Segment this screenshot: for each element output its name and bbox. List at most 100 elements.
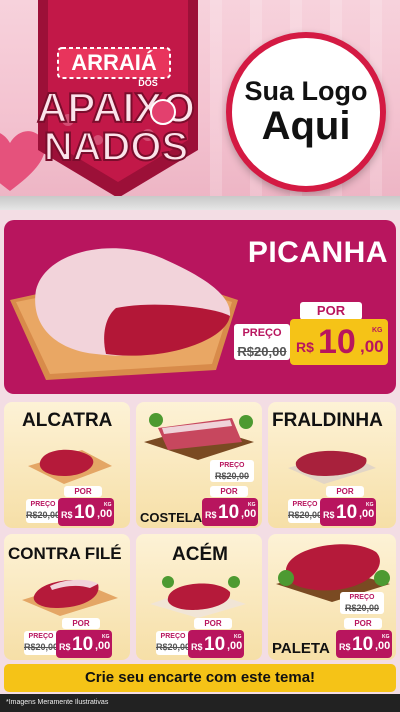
price-decimal: ,00: [227, 640, 243, 652]
preco-label: PREÇO: [292, 501, 318, 508]
new-price: R$ 10 ,00 KG: [188, 630, 244, 658]
preco-label: PREÇO: [30, 501, 56, 508]
price-decimal: ,00: [359, 508, 375, 520]
old-price: R$20,00: [156, 642, 191, 652]
unit: KG: [382, 634, 390, 640]
por-label: POR: [194, 618, 232, 629]
price-decimal: ,00: [95, 640, 111, 652]
unit: KG: [234, 634, 242, 640]
unit: KG: [104, 502, 112, 508]
preco-label: PREÇO: [160, 633, 186, 640]
por-label: POR: [62, 618, 100, 629]
old-price-box: PREÇO R$20,00: [288, 499, 322, 523]
old-price: R$20,00: [344, 603, 380, 613]
price-integer: 10: [72, 634, 94, 655]
currency: R$: [205, 510, 217, 520]
por-label: POR: [210, 486, 248, 497]
banner-title-nados: NADOS: [44, 125, 188, 169]
price-decimal: ,00: [241, 508, 257, 520]
disclaimer: *Imagens Meramente Ilustrativas: [0, 694, 400, 712]
product-name: COSTELA: [140, 510, 203, 525]
new-price: R$ 10 ,00 KG: [202, 498, 258, 526]
currency: R$: [323, 510, 335, 520]
currency: R$: [59, 642, 71, 652]
logo-placeholder: Sua Logo Aqui: [226, 32, 386, 192]
preco-label: PREÇO: [219, 462, 245, 469]
logo-line-1: Sua Logo: [244, 75, 368, 106]
product-name: ACÉM: [172, 544, 228, 565]
unit: KG: [102, 634, 110, 640]
por-label: POR: [344, 618, 382, 629]
featured-price-tag: POR PREÇO R$20,00 R$ 10 ,00 KG: [234, 302, 394, 368]
old-price: R$20,00: [288, 510, 323, 520]
old-price: R$20,00: [26, 510, 61, 520]
preco-label: PREÇO: [28, 633, 54, 640]
fraldinha-image: [288, 450, 376, 484]
currency: R$: [61, 510, 73, 520]
price-integer: 10: [336, 502, 358, 523]
price-decimal: ,00: [360, 337, 384, 356]
por-label: POR: [326, 486, 364, 497]
price-tag: POR PREÇO R$20,00 R$ 10 ,00 KG: [24, 618, 116, 658]
price-tag: POR PREÇO R$20,00 R$ 10 ,00 KG: [26, 486, 116, 526]
price-integer: 10: [74, 502, 96, 523]
product-name: PALETA: [272, 640, 330, 657]
product-card-paleta: PREÇO R$20,00 PALETA POR R$ 10 ,00 KG: [268, 534, 396, 660]
header: ARRAIÁ DOS APAIXO NADOS Sua Logo Aqui: [0, 0, 400, 210]
por-label: POR: [300, 302, 362, 320]
product-card-costela: PREÇO R$20,00 COSTELA POR R$ 10 ,00 KG: [136, 402, 262, 528]
old-price-box: PREÇO R$20,00: [234, 324, 290, 360]
old-price: R$20,00: [214, 471, 250, 481]
unit: KG: [372, 327, 383, 334]
flyer: ARRAIÁ DOS APAIXO NADOS Sua Logo Aqui PI…: [0, 0, 400, 712]
product-name: CONTRA FILÉ: [8, 544, 122, 563]
old-price-tag: PREÇO R$20,00: [338, 592, 398, 614]
price-tag: POR PREÇO R$20,00 R$ 10 ,00 KG: [156, 618, 248, 658]
price-integer: 10: [204, 634, 226, 655]
new-price: R$ 10 ,00 KG: [320, 498, 376, 526]
alcatra-image: [28, 449, 112, 484]
acem-image: [150, 576, 246, 618]
product-name: FRALDINHA: [272, 410, 383, 431]
banner-title-arraia: ARRAIÁ: [71, 50, 157, 75]
old-price-box: PREÇO R$20,00: [340, 592, 384, 614]
costela-image: [144, 413, 254, 460]
price-integer: 10: [318, 323, 356, 361]
price-decimal: ,00: [97, 508, 113, 520]
contra-file-image: [22, 579, 118, 616]
product-card-contra-file: CONTRA FILÉ POR PREÇO R$20,00 R$ 10 ,00 …: [4, 534, 130, 660]
currency: R$: [296, 339, 314, 355]
currency: R$: [339, 642, 351, 652]
old-price-box: PREÇO R$20,00: [26, 499, 60, 523]
price-tag: POR R$ 10 ,00 KG: [198, 486, 260, 526]
product-card-fraldinha: FRALDINHA POR PREÇO R$20,00 R$ 10 ,00 KG: [268, 402, 396, 528]
price-integer: 10: [218, 502, 240, 523]
por-label: POR: [64, 486, 102, 497]
unit: KG: [248, 502, 256, 508]
product-card-acem: ACÉM POR PREÇO R$20,00 R$ 10 ,00 KG: [136, 534, 262, 660]
old-price: R$20,00: [24, 642, 59, 652]
old-price-box: PREÇO R$20,00: [210, 460, 254, 482]
logo-line-2: Aqui: [261, 103, 351, 148]
preco-label: PREÇO: [242, 327, 282, 339]
cta-banner[interactable]: Crie seu encarte com este tema!: [4, 664, 396, 692]
festival-banner: ARRAIÁ DOS APAIXO NADOS: [36, 0, 198, 198]
new-price: R$ 10 ,00 KG: [56, 630, 112, 658]
old-price: R$20,00: [237, 344, 287, 359]
old-price-box: PREÇO R$20,00: [24, 631, 58, 655]
old-price-box: PREÇO R$20,00: [156, 631, 190, 655]
new-price: R$ 10 ,00 KG: [58, 498, 114, 526]
product-name: ALCATRA: [22, 410, 113, 431]
currency: R$: [191, 642, 203, 652]
featured-product-panel: PICANHA POR PREÇO R$20,00 R$ 10 ,00 KG: [4, 220, 396, 394]
price-decimal: ,00: [375, 640, 391, 652]
new-price: R$ 10 ,00 KG: [290, 319, 388, 365]
featured-product-name: PICANHA: [247, 236, 388, 269]
floor-strip: [0, 196, 400, 210]
new-price: R$ 10 ,00 KG: [336, 630, 392, 658]
unit: KG: [366, 502, 374, 508]
product-card-alcatra: ALCATRA POR PREÇO R$20,00 R$ 10 ,00 KG: [4, 402, 130, 528]
old-price-tag: PREÇO R$20,00: [202, 460, 262, 482]
picanha-image: [10, 248, 238, 380]
price-tag: POR R$ 10 ,00 KG: [332, 618, 394, 658]
